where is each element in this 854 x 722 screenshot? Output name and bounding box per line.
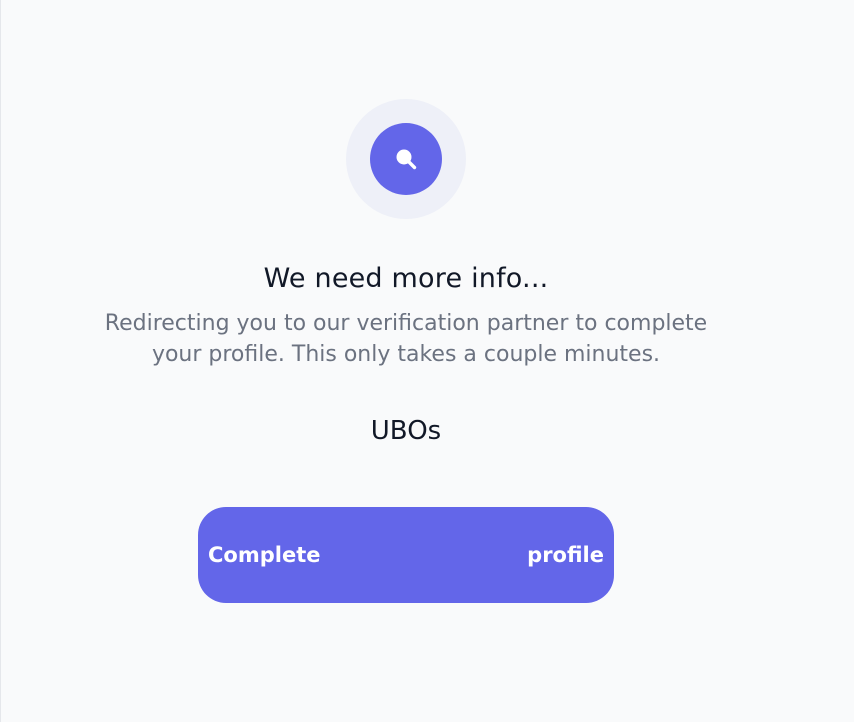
search-icon-badge [370,123,442,195]
search-icon-ring [346,99,466,219]
redirect-message-line-2: your profile. This only takes a couple m… [151,342,661,367]
page-title: We need more info... [263,263,549,294]
complete-profile-label-1: Complete [208,543,321,567]
redirect-message-line-1: Redirecting you to our verification part… [104,311,708,336]
redirect-message: Redirecting you to our verification part… [60,308,752,370]
complete-profile-label-2: profile [527,543,604,567]
search-icon [396,149,417,170]
complete-profile-button[interactable]: Complete profile [198,507,614,603]
left-border [0,0,1,722]
section-label-ubos: UBOs [370,416,442,446]
verification-page: We need more info... Redirecting you to … [0,0,854,722]
